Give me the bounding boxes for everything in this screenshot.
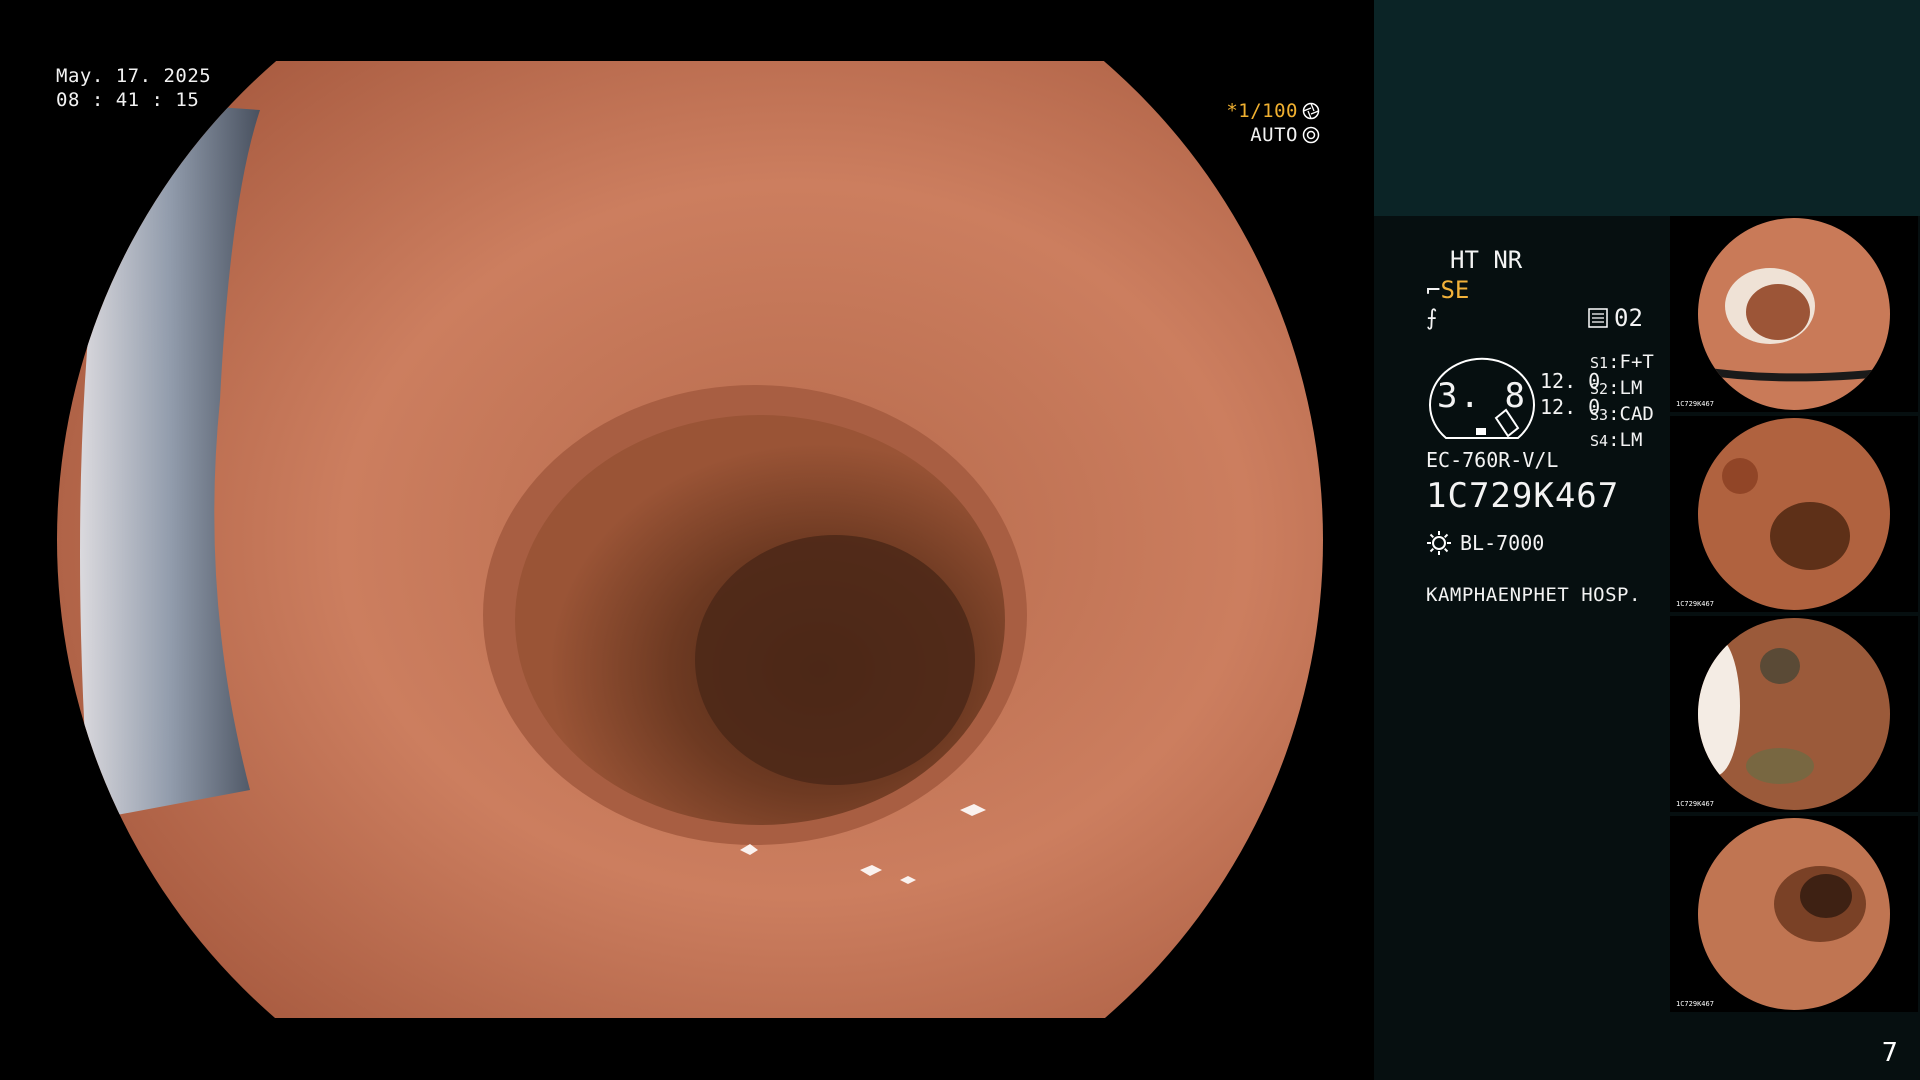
thumbnail-4[interactable]: 1C729K467	[1670, 816, 1918, 1012]
info-panel: HT NR ⌐SE ⨍ 02 3. 8 12. 0 12. 0 S1:F+T S…	[1374, 0, 1920, 1080]
page-number: 7	[1881, 1038, 1898, 1068]
time-text: 08 : 41 : 15	[56, 89, 200, 111]
thumbnail-image: 1C729K467	[1676, 618, 1890, 810]
scope-serial: 1C729K467	[1426, 476, 1620, 516]
thumbnail-3[interactable]: 1C729K467	[1670, 616, 1918, 812]
structure-enhancement-row: ⌐SE	[1426, 276, 1469, 304]
panel-header-block	[1374, 0, 1920, 216]
setting-row: S2:LM	[1590, 377, 1643, 399]
setting-row: S1:F+T	[1590, 351, 1654, 373]
date-text: May. 17. 2025	[56, 65, 212, 87]
function-icon: ⨍	[1426, 306, 1438, 331]
record-count-text: 02	[1614, 304, 1643, 332]
structure-icon: ⌐	[1426, 276, 1441, 304]
thumbnail-image: 1C729K467	[1676, 418, 1890, 610]
main-endoscopy-view: May. 17. 2025 08 : 41 : 15 *1/100 AUTO	[0, 0, 1372, 1080]
aperture-icon	[1302, 102, 1320, 120]
thumbnail-image: 1C729K467	[1676, 818, 1890, 1010]
date-time-readout: May. 17. 2025 08 : 41 : 15	[56, 64, 211, 112]
setting-row: S3:CAD	[1590, 403, 1654, 425]
thumbnail-label: 1C729K467	[1676, 600, 1714, 608]
light-source-text: BL-7000	[1460, 531, 1545, 555]
thumbnail-label: 1C729K467	[1676, 1000, 1714, 1008]
thumbnail-strip: 1C729K467 1C729K467 1C729K467 1C729K467	[1670, 216, 1918, 1016]
iris-mode-text: AUTO	[1250, 124, 1298, 146]
light-source-icon	[1427, 531, 1451, 555]
thumbnail-label: 1C729K467	[1676, 800, 1714, 808]
record-counter: 02	[1588, 304, 1643, 332]
thumbnail-image: 1C729K467	[1676, 218, 1890, 410]
record-icon	[1588, 308, 1608, 328]
thumbnail-1[interactable]: 1C729K467	[1670, 216, 1918, 412]
hospital-name: KAMPHAENPHET HOSP.	[1426, 584, 1641, 606]
exposure-readout: *1/100 AUTO	[1226, 99, 1320, 147]
gauge-value: 3. 8	[1437, 376, 1527, 416]
scope-model: EC-760R-V/L	[1426, 448, 1559, 472]
thumbnail-label: 1C729K467	[1676, 400, 1714, 408]
endoscopy-image	[57, 61, 1323, 1018]
scope-switch-settings: S1:F+T S2:LM S3:CAD S4:LM	[1590, 350, 1654, 454]
iris-icon	[1302, 126, 1320, 144]
setting-row: S4:LM	[1590, 429, 1643, 451]
light-source: BL-7000	[1426, 530, 1544, 556]
shutter-speed-text: *1/100	[1226, 100, 1298, 122]
thumbnail-2[interactable]: 1C729K467	[1670, 416, 1918, 612]
se-label: SE	[1440, 276, 1470, 304]
ht-nr-label: HT NR	[1450, 246, 1523, 274]
